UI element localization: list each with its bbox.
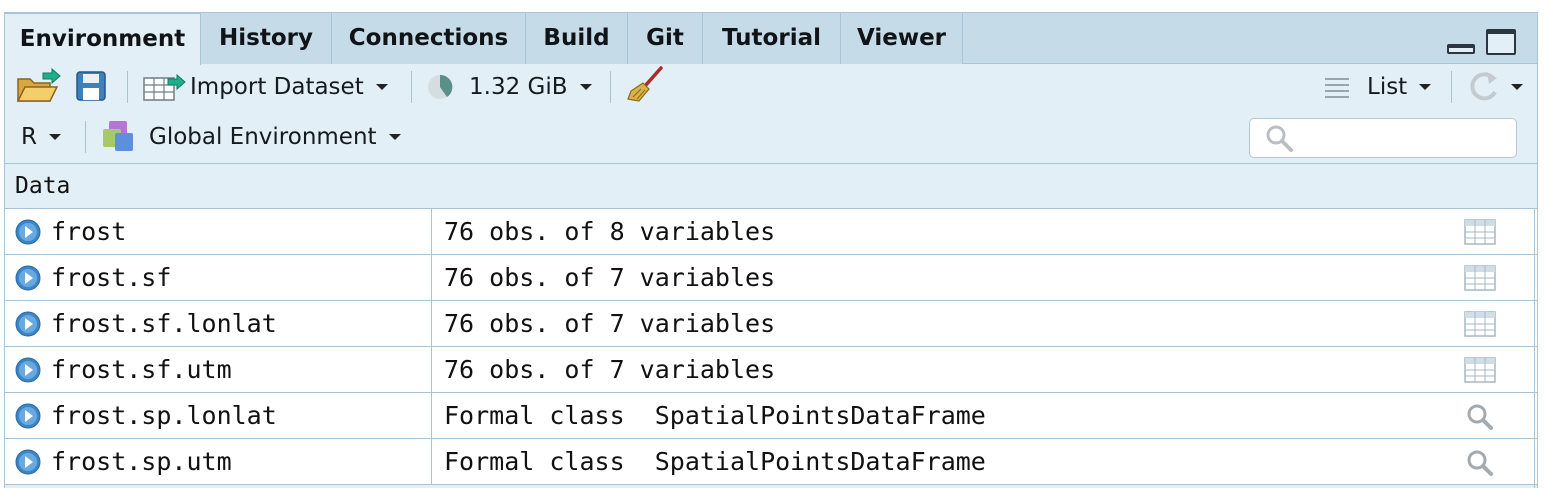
table-view-icon[interactable] (1463, 355, 1497, 385)
object-value: 76 obs. of 8 variables (444, 217, 776, 246)
refresh-icon (1470, 72, 1497, 101)
object-name[interactable]: frost.sp.utm (51, 439, 232, 484)
table-row: frost.sp.utm Formal class SpatialPointsD… (5, 439, 1537, 485)
tab-build[interactable]: Build (526, 13, 628, 64)
table-row: frost.sp.lonlat Formal class SpatialPoin… (5, 393, 1537, 439)
import-dataset-label: Import Dataset (190, 74, 364, 100)
expand-arrow-icon[interactable] (14, 218, 42, 246)
object-value: 76 obs. of 7 variables (444, 309, 776, 338)
memory-pie-icon (428, 74, 453, 99)
expand-arrow-icon[interactable] (14, 356, 42, 384)
chevron-down-icon (1419, 84, 1432, 90)
table-right-border (1534, 209, 1535, 488)
import-table-icon (143, 73, 186, 101)
column-divider (431, 209, 432, 255)
tab-git[interactable]: Git (628, 13, 703, 64)
environment-dropdown[interactable]: Global Environment (101, 117, 401, 157)
toolbar-separator (85, 121, 86, 153)
toolbar-separator (1451, 71, 1452, 103)
search-input[interactable] (1249, 118, 1517, 158)
broom-icon (627, 66, 663, 102)
language-dropdown[interactable]: R (21, 119, 61, 155)
memory-usage-label: 1.32 GiB (469, 74, 568, 100)
tab-connections[interactable]: Connections (332, 13, 526, 64)
open-workspace-button[interactable] (15, 67, 61, 105)
object-value: Formal class SpatialPointsDataFrame (444, 401, 986, 430)
tab-viewer[interactable]: Viewer (841, 13, 963, 64)
column-divider (431, 347, 432, 393)
toolbar-separator (411, 71, 412, 103)
table-row: frost 76 obs. of 8 variables (5, 209, 1537, 255)
chevron-down-icon (48, 134, 61, 140)
expand-arrow-icon[interactable] (14, 310, 42, 338)
open-folder-icon (16, 67, 61, 102)
minimize-pane-icon[interactable] (1447, 44, 1475, 54)
magnifier-icon[interactable] (1463, 401, 1497, 431)
search-icon (1266, 125, 1293, 152)
tab-history[interactable]: History (201, 13, 332, 64)
column-divider (431, 393, 432, 439)
column-divider (431, 301, 432, 347)
table-row: frost.sf 76 obs. of 7 variables (5, 255, 1537, 301)
chevron-down-icon (579, 84, 592, 90)
refresh-button[interactable] (1465, 67, 1523, 107)
toolbar-separator (610, 71, 611, 103)
object-name[interactable]: frost.sf.lonlat (51, 301, 277, 346)
toolbar-separator (127, 71, 128, 103)
magnifier-icon[interactable] (1463, 447, 1497, 477)
maximize-pane-icon[interactable] (1486, 29, 1516, 55)
table-view-icon[interactable] (1463, 217, 1497, 247)
table-row: frost.sf.utm 76 obs. of 7 variables (5, 347, 1537, 393)
environment-label: Global Environment (149, 124, 377, 150)
chevron-down-icon (388, 134, 401, 140)
language-label: R (21, 124, 37, 150)
expand-arrow-icon[interactable] (14, 264, 42, 292)
object-name[interactable]: frost.sf (51, 255, 171, 300)
environment-object-list: frost 76 obs. of 8 variables frost.sf 76… (5, 209, 1537, 485)
save-workspace-button[interactable] (75, 69, 109, 103)
chevron-down-icon (1511, 84, 1523, 90)
main-toolbar: Import Dataset 1.32 GiB List (5, 65, 1537, 109)
table-view-icon[interactable] (1463, 263, 1497, 293)
import-dataset-button[interactable]: Import Dataset (142, 69, 388, 105)
expand-arrow-icon[interactable] (14, 448, 42, 476)
clear-workspace-button[interactable] (625, 65, 665, 105)
column-divider (431, 439, 432, 485)
environment-layers-icon (103, 121, 133, 151)
data-section-header: Data (5, 163, 1537, 209)
chevron-down-icon (375, 84, 388, 90)
object-name[interactable]: frost.sf.utm (51, 347, 232, 392)
object-value: Formal class SpatialPointsDataFrame (444, 447, 986, 476)
list-icon (1325, 78, 1349, 98)
environment-pane: Environment History Connections Build Gi… (4, 12, 1538, 488)
object-name[interactable]: frost.sp.lonlat (51, 393, 277, 438)
expand-arrow-icon[interactable] (14, 402, 42, 430)
column-divider (431, 255, 432, 301)
object-name[interactable]: frost (51, 209, 126, 254)
object-value: 76 obs. of 7 variables (444, 355, 776, 384)
tab-bar: Environment History Connections Build Gi… (5, 13, 1537, 65)
tab-tutorial[interactable]: Tutorial (703, 13, 841, 64)
view-mode-dropdown[interactable]: List (1323, 69, 1432, 105)
save-icon (76, 71, 106, 101)
view-mode-label: List (1367, 74, 1408, 100)
tab-environment[interactable]: Environment (5, 13, 201, 65)
table-row: frost.sf.lonlat 76 obs. of 7 variables (5, 301, 1537, 347)
memory-usage-button[interactable]: 1.32 GiB (425, 69, 592, 105)
table-view-icon[interactable] (1463, 309, 1497, 339)
object-value: 76 obs. of 7 variables (444, 263, 776, 292)
